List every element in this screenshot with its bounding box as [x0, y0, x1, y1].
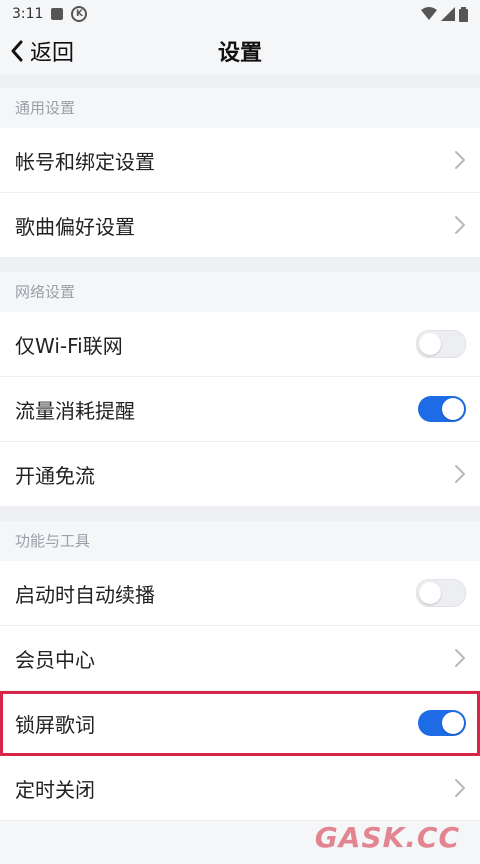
chevron-left-icon	[11, 40, 23, 62]
notification-icon	[51, 8, 64, 20]
settings-row[interactable]: 开通免流	[0, 442, 480, 507]
chevron-right-icon	[455, 465, 465, 483]
toggle-knob	[419, 582, 441, 604]
settings-row-label: 开通免流	[15, 463, 95, 488]
chevron-right-icon	[455, 151, 465, 169]
top-bar: 返回 设置	[0, 28, 480, 74]
toggle-knob	[442, 398, 464, 420]
settings-section: 通用设置帐号和绑定设置 歌曲偏好设置	[0, 88, 480, 258]
k-app-icon: K	[71, 6, 88, 22]
settings-row[interactable]: 锁屏歌词	[0, 691, 480, 756]
settings-row-label: 帐号和绑定设置	[15, 149, 155, 174]
status-time: 3:11	[12, 6, 44, 22]
settings-row-label: 歌曲偏好设置	[15, 214, 135, 239]
battery-icon	[459, 6, 468, 22]
chevron-right-icon	[455, 216, 465, 234]
chevron-right-icon	[455, 649, 465, 667]
toggle-switch[interactable]	[418, 710, 466, 736]
settings-row[interactable]: 帐号和绑定设置	[0, 128, 480, 193]
settings-list: 通用设置帐号和绑定设置 歌曲偏好设置网络设置仅Wi-Fi联网 流量消耗提醒 开通免流功…	[0, 88, 480, 821]
toggle-switch[interactable]	[416, 579, 466, 607]
section-title: 通用设置	[0, 88, 480, 128]
chevron-right-icon	[455, 779, 465, 797]
toggle-switch[interactable]	[418, 396, 466, 422]
settings-row-label: 启动时自动续播	[15, 582, 155, 607]
settings-row[interactable]: 流量消耗提醒	[0, 377, 480, 442]
settings-row-label: 会员中心	[15, 647, 95, 672]
back-label: 返回	[30, 41, 75, 66]
settings-section: 网络设置仅Wi-Fi联网 流量消耗提醒 开通免流	[0, 272, 480, 507]
settings-row[interactable]: 歌曲偏好设置	[0, 193, 480, 258]
wifi-icon	[421, 7, 437, 20]
divider	[0, 74, 480, 88]
watermark: GASK.CC	[314, 821, 460, 854]
section-title: 网络设置	[0, 272, 480, 312]
settings-row[interactable]: 定时关闭	[0, 756, 480, 821]
settings-row-label: 仅Wi-Fi联网	[15, 333, 123, 358]
settings-section: 功能与工具启动时自动续播 会员中心锁屏歌词定时关闭	[0, 521, 480, 821]
settings-row[interactable]: 仅Wi-Fi联网	[0, 312, 480, 377]
settings-row-label: 定时关闭	[15, 777, 95, 802]
settings-row-label: 流量消耗提醒	[15, 398, 135, 423]
back-button[interactable]: 返回	[10, 35, 74, 67]
section-divider	[0, 258, 480, 272]
settings-row-label: 锁屏歌词	[15, 712, 95, 737]
signal-icon	[441, 7, 455, 21]
toggle-knob	[419, 333, 441, 355]
settings-row[interactable]: 启动时自动续播	[0, 561, 480, 626]
settings-row[interactable]: 会员中心	[0, 626, 480, 691]
toggle-knob	[442, 712, 464, 734]
section-title: 功能与工具	[0, 521, 480, 561]
toggle-switch[interactable]	[416, 330, 466, 358]
status-bar: 3:11 K	[0, 0, 480, 28]
section-divider	[0, 507, 480, 521]
